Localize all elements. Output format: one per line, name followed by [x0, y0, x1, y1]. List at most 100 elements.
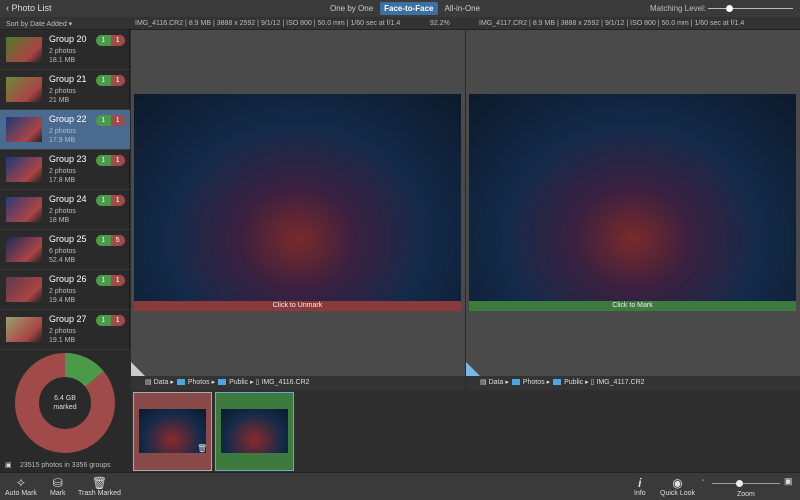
thumbnail-image: [139, 409, 206, 453]
back-label: Photo List: [11, 3, 52, 13]
right-file-info: IMG_4117.CR2 | 8.9 MB | 3888 x 2592 | 9/…: [479, 20, 745, 27]
file-icon: ▯: [590, 379, 595, 386]
donut-center-label: marked: [53, 404, 77, 411]
keep-count: 1: [96, 275, 111, 286]
bottom-toolbar: ✧ Auto Mark ⛁ Mark 🗑 Trash Marked i Info ◉ Qu…: [0, 472, 800, 500]
matching-level-slider[interactable]: [708, 5, 793, 12]
group-name: Group 20: [49, 34, 87, 44]
folder-icon: [511, 379, 520, 386]
folder-icon: [218, 379, 227, 386]
archive-icon: ▣: [5, 462, 12, 469]
crumb-photos[interactable]: Photos: [523, 379, 545, 386]
group-thumbnail: [6, 117, 42, 142]
trash-count: 1: [110, 155, 125, 166]
group-size: 52.4 MB: [49, 257, 76, 264]
sort-dropdown[interactable]: Sort by Date Added ▾: [6, 20, 72, 28]
group-list-item[interactable]: Group 23 2 photos 17.8 MB 11: [0, 150, 130, 190]
file-icon: ▯: [255, 379, 260, 386]
group-photo-count: 2 photos: [49, 328, 76, 335]
group-photo-count: 6 photos: [49, 248, 76, 255]
folder-icon: [176, 379, 185, 386]
similarity-percent: 92.2%: [430, 20, 450, 27]
group-thumbnail: [6, 37, 42, 62]
thumbnail-marked[interactable]: 🗑: [133, 392, 212, 471]
crumb-data[interactable]: Data: [154, 379, 169, 386]
trash-count: 5: [110, 235, 125, 246]
corner-flag-icon: [131, 362, 145, 376]
slider-knob[interactable]: [726, 5, 734, 12]
zoom-label: Zoom: [737, 491, 755, 498]
mark-count-badge: 11: [96, 155, 125, 166]
unmark-button[interactable]: Click to Unmark: [134, 301, 461, 311]
trash-marked-button[interactable]: 🗑 Trash Marked: [78, 476, 121, 497]
group-size: 18 MB: [49, 217, 70, 224]
mark-button[interactable]: Click to Mark: [469, 301, 796, 311]
right-photo-pane: Click to Mark: [466, 30, 800, 376]
disk-icon: ▤: [145, 379, 152, 386]
crumb-photos[interactable]: Photos: [188, 379, 210, 386]
crumb-public[interactable]: Public: [564, 379, 583, 386]
auto-mark-label: Auto Mark: [5, 490, 37, 497]
crumb-file[interactable]: IMG_4117.CR2: [596, 379, 644, 386]
info-bar: Sort by Date Added ▾ IMG_4116.CR2 | 8.9 …: [0, 17, 800, 30]
group-size: 17.8 MB: [49, 177, 76, 184]
trash-icon: 🗑: [197, 444, 208, 453]
keep-count: 1: [96, 35, 111, 46]
group-list-item[interactable]: Group 20 2 photos 18.1 MB 11: [0, 30, 130, 70]
group-thumbnail: [6, 317, 42, 342]
left-photo[interactable]: [134, 94, 461, 301]
mark-icon: ⛁: [52, 476, 63, 490]
title-bar: ‹ Photo List One by One Face-to-Face All…: [0, 0, 800, 17]
group-list-item[interactable]: Group 21 2 photos 21 MB 11: [0, 70, 130, 110]
magic-wand-icon: ✧: [15, 476, 26, 490]
auto-mark-button[interactable]: ✧ Auto Mark: [5, 476, 37, 497]
group-list-item[interactable]: Group 22 2 photos 17.9 MB 11: [0, 110, 130, 150]
group-size: 21 MB: [49, 97, 70, 104]
zoom-slider[interactable]: [712, 480, 780, 487]
group-list-item[interactable]: Group 25 6 photos 52.4 MB 15: [0, 230, 130, 270]
info-icon: i: [638, 476, 642, 490]
thumbnail-selected[interactable]: [215, 392, 294, 471]
back-button[interactable]: ‹ Photo List: [6, 3, 52, 13]
group-list-item[interactable]: Group 24 2 photos 18 MB 11: [0, 190, 130, 230]
group-size: 19.4 MB: [49, 297, 76, 304]
group-thumbnail: [6, 237, 42, 262]
tab-face-to-face[interactable]: Face-to-Face: [380, 2, 438, 15]
right-breadcrumb: ▤ Data ▸ Photos ▸ Public ▸ ▯ IMG_4117.CR2: [466, 376, 800, 390]
eye-icon: ◉: [672, 476, 683, 490]
large-image-icon: ▣: [784, 476, 793, 486]
thumbnail-strip: 🗑: [131, 390, 800, 472]
crumb-file[interactable]: IMG_4116.CR2: [261, 379, 309, 386]
mark-count-badge: 15: [96, 235, 125, 246]
mark-count-badge: 11: [96, 195, 125, 206]
trash-marked-label: Trash Marked: [78, 490, 121, 497]
group-thumbnail: [6, 157, 42, 182]
group-name: Group 26: [49, 274, 87, 284]
group-photo-count: 2 photos: [49, 168, 76, 175]
crumb-public[interactable]: Public: [229, 379, 248, 386]
mark-label: Mark: [50, 490, 66, 497]
info-button[interactable]: i Info: [634, 476, 646, 497]
mark-button-toolbar[interactable]: ⛁ Mark: [50, 476, 66, 497]
donut-center-value: 6.4 GB: [54, 395, 76, 402]
left-photo-pane: Click to Unmark: [131, 30, 465, 376]
group-name: Group 21: [49, 74, 87, 84]
tab-one-by-one[interactable]: One by One: [327, 2, 376, 15]
crumb-data[interactable]: Data: [489, 379, 504, 386]
group-list-item[interactable]: Group 27 2 photos 19.1 MB 11: [0, 310, 130, 350]
disk-icon: ▤: [480, 379, 487, 386]
quick-look-button[interactable]: ◉ Quick Look: [660, 476, 695, 497]
right-photo[interactable]: [469, 94, 796, 301]
zoom-knob[interactable]: [736, 480, 743, 487]
group-photo-count: 2 photos: [49, 208, 76, 215]
group-list-item[interactable]: Group 26 2 photos 19.4 MB 11: [0, 270, 130, 310]
group-name: Group 25: [49, 234, 87, 244]
group-photo-count: 2 photos: [49, 88, 76, 95]
trash-count: 1: [110, 75, 125, 86]
summary-panel: 6.4 GB marked ▣ 23515 photos in 3356 gro…: [0, 350, 130, 472]
mark-count-badge: 11: [96, 275, 125, 286]
group-name: Group 27: [49, 314, 87, 324]
left-file-info: IMG_4116.CR2 | 8.9 MB | 3888 x 2592 | 9/…: [135, 20, 401, 27]
group-thumbnail: [6, 277, 42, 302]
tab-all-in-one[interactable]: All-in-One: [442, 2, 484, 15]
